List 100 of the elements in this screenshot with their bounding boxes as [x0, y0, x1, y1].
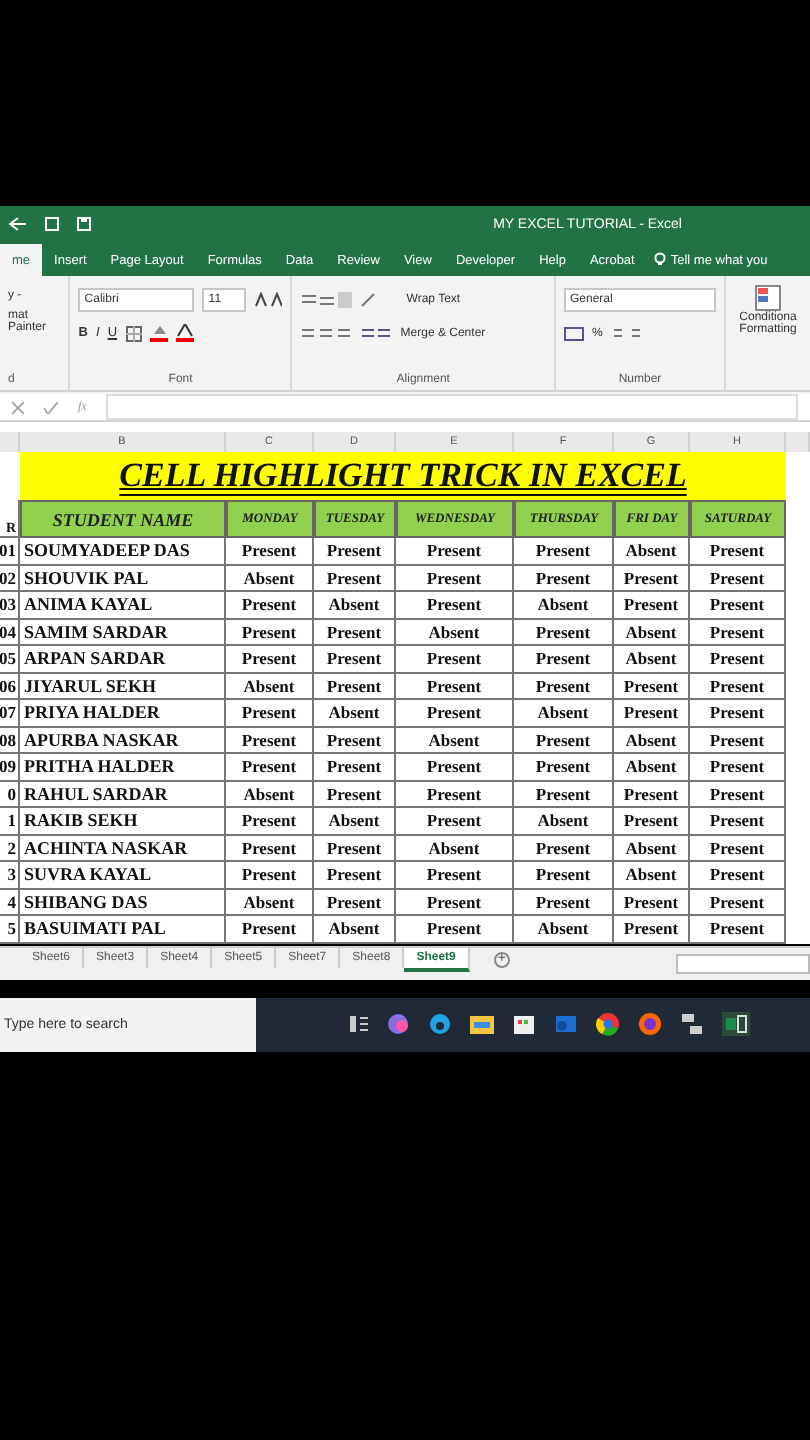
table-cell: Absent	[396, 619, 514, 646]
table-cell: Present	[614, 808, 690, 835]
table-cell: Present	[226, 754, 314, 781]
row-number: 1	[0, 808, 20, 835]
horizontal-scrollbar[interactable]	[676, 953, 810, 973]
table-cell: Present	[690, 673, 786, 700]
table-cell: Present	[226, 646, 314, 673]
row-number: 09	[0, 754, 20, 781]
store-icon[interactable]	[512, 1012, 536, 1036]
table-cell: Present	[226, 727, 314, 754]
table-cell: Present	[690, 565, 786, 592]
table-cell: Present	[614, 916, 690, 943]
table-cell: Present	[314, 646, 396, 673]
browser-icon[interactable]	[428, 1012, 452, 1036]
row-number: 01	[0, 538, 20, 565]
table-cell: PRITHA HALDER	[20, 754, 226, 781]
table-cell: Absent	[226, 781, 314, 808]
table-cell: BASUIMATI PAL	[20, 916, 226, 943]
print-preview-icon[interactable]	[44, 215, 60, 235]
grow-font-icon[interactable]	[254, 291, 283, 307]
table-cell: APURBA NASKAR	[20, 727, 226, 754]
align-top-icon[interactable]	[300, 291, 353, 307]
table-cell: Present	[614, 700, 690, 727]
table-cell: Present	[226, 916, 314, 943]
table-cell: Present	[614, 565, 690, 592]
table-cell: SOUMYADEEP DAS	[20, 538, 226, 565]
align-text-icon[interactable]	[300, 325, 353, 341]
table-cell: SHIBANG DAS	[20, 889, 226, 916]
row-number: 2	[0, 835, 20, 862]
row-number: 08	[0, 727, 20, 754]
table-cell: JIYARUL SEKH	[20, 673, 226, 700]
table-cell: Present	[514, 862, 614, 889]
table-cell: Present	[514, 673, 614, 700]
conditional-formatting-icon[interactable]	[754, 284, 782, 312]
table-cell: Present	[226, 862, 314, 889]
table-cell: Absent	[614, 538, 690, 565]
browser-icon[interactable]	[596, 1012, 620, 1036]
table-cell: ACHINTA NASKAR	[20, 835, 226, 862]
save-icon[interactable]	[76, 215, 92, 235]
font-color-icon[interactable]	[175, 324, 194, 342]
table-cell: SHOUVIK PAL	[20, 565, 226, 592]
row-number: 04	[0, 619, 20, 646]
app-icon[interactable]	[386, 1012, 410, 1036]
table-cell: Present	[314, 862, 396, 889]
table-cell: Present	[396, 592, 514, 619]
table-cell: Present	[226, 592, 314, 619]
orientation-icon[interactable]	[360, 291, 379, 307]
table-cell: Present	[690, 916, 786, 943]
table-cell: Present	[396, 538, 514, 565]
lightbulb-icon	[654, 252, 667, 268]
spreadsheet-icon[interactable]	[722, 1012, 750, 1036]
mail-icon[interactable]	[554, 1012, 578, 1036]
table-cell: Absent	[514, 916, 614, 943]
table-cell: Present	[396, 673, 514, 700]
table-cell: Present	[690, 619, 786, 646]
table-cell: Absent	[514, 592, 614, 619]
row-number: 02	[0, 565, 20, 592]
fill-color-icon[interactable]	[149, 324, 168, 342]
table-cell: SAMIM SARDAR	[20, 619, 226, 646]
table-cell: Present	[614, 673, 690, 700]
table-cell: Absent	[514, 700, 614, 727]
table-cell: PRIYA HALDER	[20, 700, 226, 727]
table-cell: Present	[314, 727, 396, 754]
table-cell: Present	[514, 565, 614, 592]
table-cell: Present	[314, 538, 396, 565]
indent-icon[interactable]	[360, 325, 393, 341]
table-cell: Absent	[314, 916, 396, 943]
table-cell: Absent	[614, 727, 690, 754]
table-cell: Present	[690, 862, 786, 889]
currency-icon[interactable]	[564, 325, 584, 341]
table-cell: Present	[690, 835, 786, 862]
table-cell: Present	[690, 754, 786, 781]
table-cell: Present	[226, 835, 314, 862]
table-cell: Present	[396, 754, 514, 781]
task-view-icon[interactable]	[348, 1014, 368, 1034]
table-cell: Present	[514, 538, 614, 565]
table-cell: Present	[314, 673, 396, 700]
column-header	[786, 432, 810, 452]
table-cell: RAHUL SARDAR	[20, 781, 226, 808]
table-cell: RAKIB SEKH	[20, 808, 226, 835]
table-cell: Present	[514, 781, 614, 808]
borders-icon[interactable]	[125, 325, 142, 341]
table-cell: Absent	[396, 727, 514, 754]
network-icon[interactable]	[680, 1012, 704, 1036]
table-cell: Absent	[314, 592, 396, 619]
browser-icon[interactable]	[638, 1012, 662, 1036]
table-cell: Present	[396, 889, 514, 916]
table-cell: Absent	[226, 889, 314, 916]
table-cell: Present	[396, 565, 514, 592]
table-cell: SUVRA KAYAL	[20, 862, 226, 889]
table-cell: ANIMA KAYAL	[20, 592, 226, 619]
table-cell: Absent	[614, 862, 690, 889]
table-cell: Present	[226, 808, 314, 835]
table-cell: Present	[690, 538, 786, 565]
row-number: 4	[0, 889, 20, 916]
table-cell: Present	[690, 592, 786, 619]
undo-icon[interactable]	[8, 215, 28, 235]
formula-field[interactable]	[106, 394, 798, 420]
folder-icon[interactable]	[470, 1014, 494, 1034]
table-cell: Present	[514, 754, 614, 781]
